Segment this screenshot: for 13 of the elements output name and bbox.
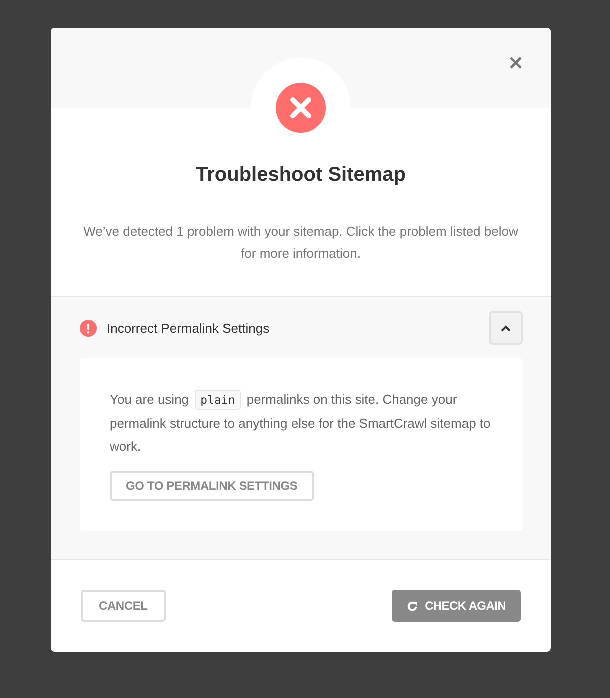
warning-icon [80,320,97,336]
dialog-title: Troubleshoot Sitemap [194,163,408,188]
close-button[interactable] [509,56,523,70]
permalink-settings-button[interactable]: GO TO PERMALINK SETTINGS [110,471,314,501]
issue-description: You are using plain permalinks on this site. Change your permalink structure to anything else for the SmartCrawl sitemap to work. [110,389,492,456]
issue-title: Incorrect Permalink Settings [107,320,271,336]
chevron-icon [501,324,511,332]
cancel-button[interactable]: CANCEL [81,590,166,622]
check-again-button[interactable]: CHECK AGAIN [392,590,521,622]
dialog-message: We’ve detected 1 problem with your sitemap. Click the problem listed below for more information. [82,223,520,263]
refresh-icon [407,600,418,612]
error-icon [276,83,326,133]
close-icon [509,56,523,70]
